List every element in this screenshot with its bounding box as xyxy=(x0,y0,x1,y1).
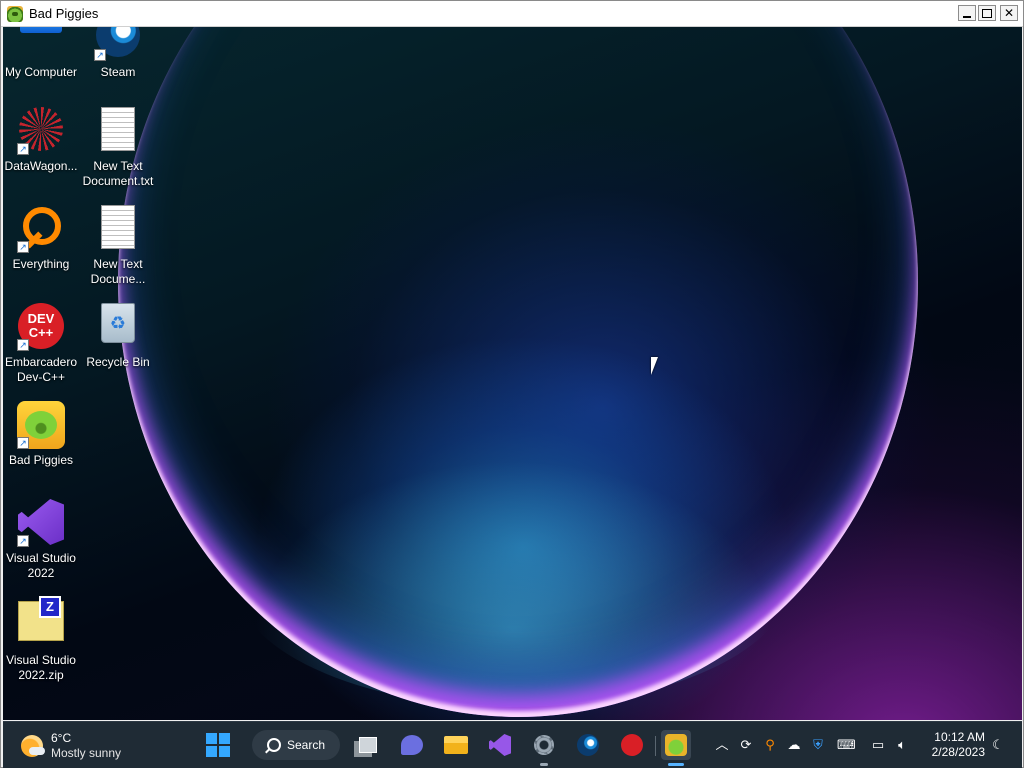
desktop-icon-recycle-bin[interactable]: ♻ Recycle Bin xyxy=(78,303,158,370)
icon-label: New Text Docume... xyxy=(90,257,146,286)
icon-label: Recycle Bin xyxy=(86,355,150,369)
bad-piggies-taskbar-icon[interactable] xyxy=(661,730,691,766)
windows-security-icon[interactable]: ⛨ xyxy=(809,736,827,754)
dev-cpp-icon: DEV C++ ↗ xyxy=(17,303,65,351)
icon-label: Steam xyxy=(100,65,136,79)
desktop-icon-datawagon[interactable]: ↗ DataWagon... xyxy=(3,107,81,174)
icon-label: Everything xyxy=(12,257,70,271)
search-label: Search xyxy=(286,738,326,752)
desktop-icon-new-text-document[interactable]: New Text Document.txt xyxy=(78,107,158,189)
maximize-button[interactable] xyxy=(978,5,996,21)
teams-chat-icon[interactable] xyxy=(397,730,427,760)
clock-date: 2/28/2023 xyxy=(931,745,985,759)
close-button[interactable] xyxy=(1000,5,1018,21)
computer-icon xyxy=(17,27,65,61)
desktop-icon-visual-studio[interactable]: ↗ Visual Studio 2022 xyxy=(3,499,81,581)
settings-gear-icon[interactable] xyxy=(529,730,559,766)
minimize-button[interactable] xyxy=(958,5,976,21)
system-clock[interactable]: 10:12 AM 2/28/2023 xyxy=(921,730,985,760)
dev-cpp-taskbar-icon[interactable] xyxy=(617,730,647,760)
taskbar-separator xyxy=(655,736,656,756)
icon-label: New Text Document.txt xyxy=(82,159,154,188)
icon-label: Visual Studio 2022.zip xyxy=(6,653,76,682)
desktop-icon-my-computer[interactable]: My Computer xyxy=(3,27,81,80)
shortcut-arrow-icon: ↗ xyxy=(17,437,29,449)
title-bar[interactable]: Bad Piggies xyxy=(1,1,1023,27)
desktop-icon-steam[interactable]: ↗ Steam xyxy=(78,27,158,80)
running-indicator xyxy=(540,763,548,766)
active-window-indicator xyxy=(668,763,684,766)
focus-assist-icon[interactable]: ☾ xyxy=(989,736,1007,754)
steam-icon: ↗ xyxy=(94,27,142,61)
partly-sunny-icon xyxy=(21,735,45,757)
file-explorer-icon[interactable] xyxy=(441,730,471,760)
steam-taskbar-icon[interactable] xyxy=(573,730,603,760)
desktop-icon-everything[interactable]: ↗ Everything xyxy=(3,205,81,272)
keyboard-icon[interactable]: ⌨ xyxy=(837,736,856,754)
datawagon-icon: ↗ xyxy=(17,107,65,155)
volume-icon[interactable]: 🔈︎ xyxy=(893,736,911,754)
weather-temperature: 6°C xyxy=(51,731,72,745)
task-view-icon[interactable] xyxy=(353,730,383,760)
desktop-icon-bad-piggies[interactable]: ↗ Bad Piggies xyxy=(3,401,81,468)
shortcut-arrow-icon: ↗ xyxy=(94,49,106,61)
desktop-icon-visual-studio-zip[interactable]: Visual Studio 2022.zip xyxy=(3,596,81,683)
shortcut-arrow-icon: ↗ xyxy=(17,535,29,547)
text-file-icon xyxy=(94,205,142,253)
text-file-icon xyxy=(94,107,142,155)
icon-label: Visual Studio 2022 xyxy=(6,551,76,580)
desktop-icon-dev-cpp[interactable]: DEV C++ ↗ Embarcadero Dev-C++ xyxy=(3,303,81,385)
taskbar: 6°C Mostly sunny Search ︿ ⟳ ⚲ ☁ ⛨ ⌨ ▭ 🔈︎… xyxy=(3,721,1022,768)
icon-label: DataWagon... xyxy=(4,159,78,173)
wallpaper-orb xyxy=(118,27,918,717)
window-title: Bad Piggies xyxy=(29,6,99,21)
visual-studio-icon: ↗ xyxy=(17,499,65,547)
desktop-icon-new-text-document-2[interactable]: New Text Docume... xyxy=(78,205,158,287)
visual-studio-taskbar-icon[interactable] xyxy=(485,730,515,760)
bad-piggies-app-icon xyxy=(7,5,23,22)
icon-label: Embarcadero Dev-C++ xyxy=(4,355,78,384)
windows-logo-icon xyxy=(206,733,230,757)
shortcut-arrow-icon: ↗ xyxy=(17,143,29,155)
zip-archive-icon xyxy=(17,596,65,649)
icon-label: My Computer xyxy=(4,65,78,79)
bad-piggies-window: Bad Piggies My Computer ↗ DataWagon... ↗… xyxy=(0,0,1024,768)
chevron-up-icon[interactable]: ︿ xyxy=(713,736,731,754)
shortcut-arrow-icon: ↗ xyxy=(17,339,29,351)
search-icon xyxy=(266,738,281,752)
recycle-bin-icon: ♻ xyxy=(94,303,142,351)
network-icon[interactable]: ▭ xyxy=(869,736,887,754)
mouse-cursor-icon xyxy=(651,357,658,375)
weather-widget[interactable]: 6°C Mostly sunny xyxy=(21,731,121,761)
everything-tray-icon[interactable]: ⚲ xyxy=(761,736,779,754)
desktop[interactable]: My Computer ↗ DataWagon... ↗ Everything … xyxy=(3,27,1022,720)
shortcut-arrow-icon: ↗ xyxy=(17,241,29,253)
onedrive-offline-icon[interactable]: ☁ xyxy=(785,736,803,754)
clock-time: 10:12 AM xyxy=(934,730,985,744)
sync-icon[interactable]: ⟳ xyxy=(737,736,755,754)
icon-label: Bad Piggies xyxy=(8,453,74,467)
start-button[interactable] xyxy=(203,730,233,760)
taskbar-search-button[interactable]: Search xyxy=(252,730,340,760)
weather-description: Mostly sunny xyxy=(51,746,122,760)
bad-piggies-icon: ↗ xyxy=(17,401,65,449)
everything-search-icon: ↗ xyxy=(17,205,65,253)
